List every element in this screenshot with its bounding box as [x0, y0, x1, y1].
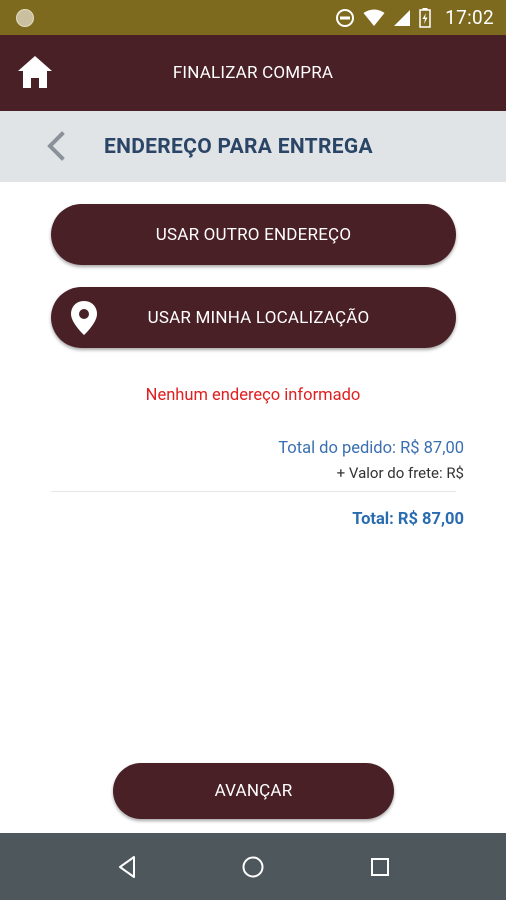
nav-recent-apps-icon [371, 858, 389, 876]
notification-dot-icon [16, 9, 34, 27]
battery-icon [419, 7, 431, 28]
location-pin-icon [71, 301, 97, 335]
app-title: FINALIZAR COMPRA [172, 63, 334, 83]
status-icons: 17:02 [335, 0, 494, 35]
nav-recent-apps-button[interactable] [366, 853, 394, 881]
grand-total: Total: R$ 87,00 [352, 510, 464, 529]
status-bar: 17:02 [0, 0, 506, 35]
nav-back-icon [119, 856, 135, 878]
use-other-address-button[interactable]: USAR OUTRO ENDEREÇO [51, 204, 456, 265]
advance-label: AVANÇAR [214, 781, 293, 801]
nav-home-icon [242, 856, 264, 878]
order-total: Total do pedido: R$ 87,00 [278, 439, 464, 458]
advance-button[interactable]: AVANÇAR [113, 763, 394, 819]
use-other-address-label: USAR OUTRO ENDEREÇO [155, 224, 352, 245]
signal-icon [394, 9, 411, 26]
nav-back-button[interactable] [114, 853, 142, 881]
status-time: 17:02 [445, 6, 494, 29]
sub-header: ENDEREÇO PARA ENTREGA [0, 111, 506, 182]
system-nav-bar [0, 833, 506, 900]
back-button[interactable] [40, 129, 74, 163]
use-my-location-button[interactable]: USAR MINHA LOCALIZAÇÃO [51, 287, 456, 348]
app-bar: FINALIZAR COMPRA [0, 35, 506, 111]
page-title: ENDEREÇO PARA ENTREGA [104, 134, 373, 159]
use-my-location-label: USAR MINHA LOCALIZAÇÃO [147, 307, 370, 328]
empty-address-message: Nenhum endereço informado [145, 386, 361, 405]
wifi-icon [363, 9, 385, 26]
nav-home-button[interactable] [239, 853, 267, 881]
do-not-disturb-icon [336, 8, 355, 27]
divider [51, 491, 456, 492]
shipping-value: + Valor do frete: R$ [336, 464, 464, 482]
chevron-left-icon [47, 131, 65, 161]
